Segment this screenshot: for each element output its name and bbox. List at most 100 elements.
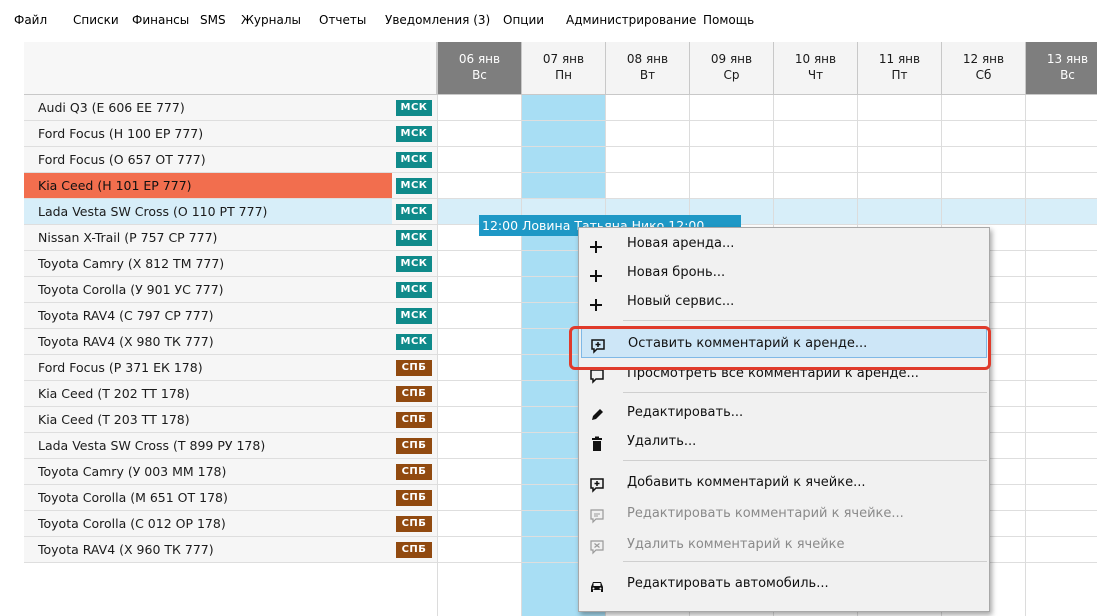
city-badge: СПБ	[396, 516, 432, 532]
day-weekday: Вт	[639, 68, 656, 82]
menu-separator	[623, 392, 987, 393]
car-icon	[589, 576, 605, 606]
city-badge: СПБ	[396, 490, 432, 506]
vehicle-name[interactable]: Nissan X-Trail (Р 757 СР 777)	[24, 225, 392, 251]
city-cell: СПБ	[392, 537, 437, 563]
context-menu-label: Новая бронь...	[627, 265, 726, 280]
vehicle-name[interactable]: Toyota RAV4 (Х 960 ТК 777)	[24, 537, 392, 563]
current-row-marker: ▶	[24, 199, 26, 225]
schedule-row[interactable]	[437, 173, 1097, 199]
context-menu-label: Редактировать комментарий к ячейке...	[627, 506, 904, 521]
context-menu-label: Добавить комментарий к ячейке...	[627, 475, 866, 490]
menu-notifications[interactable]: Уведомления (3)	[385, 13, 490, 27]
vehicle-name[interactable]: Toyota RAV4 (Х 980 ТК 777)	[24, 329, 392, 355]
schedule-row[interactable]	[437, 95, 1097, 121]
city-cell: СПБ	[392, 485, 437, 511]
day-weekday: Пт	[891, 68, 908, 82]
vehicle-name[interactable]: Ford Focus (Н 100 ЕР 777)	[24, 121, 392, 147]
menu-lists[interactable]: Списки	[73, 13, 119, 27]
city-badge: СПБ	[396, 412, 432, 428]
day-date: 13 янв	[1046, 52, 1089, 66]
city-cell: МСК	[392, 95, 437, 121]
city-badge: МСК	[396, 334, 432, 350]
day-header[interactable]: 12 янв Сб	[941, 42, 1025, 95]
context-menu-item: Удалить комментарий к ячейке	[581, 530, 987, 560]
menu-separator	[623, 460, 987, 461]
schedule-row[interactable]	[437, 121, 1097, 147]
vehicle-name[interactable]: Toyota Camry (У 003 ММ 178)	[24, 459, 392, 485]
menu-finance[interactable]: Финансы	[132, 13, 189, 27]
menu-logs[interactable]: Журналы	[241, 13, 301, 27]
menu-separator	[623, 561, 987, 562]
vehicle-name[interactable]: Ford Focus (Р 371 ЕК 178)	[24, 355, 392, 381]
vehicle-name[interactable]: Toyota Corolla (У 901 УС 777)	[24, 277, 392, 303]
menu-help[interactable]: Помощь	[703, 13, 754, 27]
day-weekday: Чт	[807, 68, 824, 82]
context-menu-item[interactable]: Новая бронь...	[581, 258, 987, 288]
city-badge: МСК	[396, 308, 432, 324]
context-menu-item[interactable]: Редактировать...	[581, 398, 987, 428]
context-menu-label: Новый сервис...	[627, 294, 735, 309]
trash-icon	[589, 434, 605, 464]
context-menu-item[interactable]: Новый сервис...	[581, 287, 987, 317]
day-header[interactable]: 13 янв Вс	[1025, 42, 1097, 95]
vehicle-name[interactable]: Toyota Corolla (М 651 ОТ 178)	[24, 485, 392, 511]
day-header[interactable]: 09 янв Ср	[689, 42, 773, 95]
vehicle-name[interactable]: Kia Ceed (Н 101 ЕР 777)	[24, 173, 392, 199]
context-menu-label: Удалить комментарий к ячейке	[627, 537, 845, 552]
city-cell: МСК	[392, 173, 437, 199]
city-badge: СПБ	[396, 360, 432, 376]
day-header[interactable]: 10 янв Чт	[773, 42, 857, 95]
city-badge: СПБ	[396, 438, 432, 454]
vehicle-name[interactable]: Toyota Camry (Х 812 ТМ 777)	[24, 251, 392, 277]
day-header[interactable]: 07 янв Пн	[521, 42, 605, 95]
city-cell: МСК	[392, 329, 437, 355]
city-badge: МСК	[396, 204, 432, 220]
context-menu-item[interactable]: Добавить комментарий к ячейке...	[581, 468, 987, 498]
context-menu-item[interactable]: Удалить...	[581, 427, 987, 457]
day-header[interactable]: 11 янв Пт	[857, 42, 941, 95]
city-badge: МСК	[396, 256, 432, 272]
vehicle-name[interactable]: Lada Vesta SW Cross (Т 899 РУ 178)	[24, 433, 392, 459]
context-menu-label: Новая аренда...	[627, 236, 735, 251]
vehicle-name[interactable]: Toyota Corolla (С 012 ОР 178)	[24, 511, 392, 537]
grid-line	[1025, 95, 1026, 616]
city-badge: МСК	[396, 178, 432, 194]
vehicle-name[interactable]: Lada Vesta SW Cross (О 110 РТ 777)	[24, 199, 392, 225]
city-badge: СПБ	[396, 464, 432, 480]
city-badge: МСК	[396, 152, 432, 168]
vehicle-name[interactable]: Kia Ceed (Т 202 ТТ 178)	[24, 381, 392, 407]
city-cell: СПБ	[392, 459, 437, 485]
day-header[interactable]: 08 янв Вт	[605, 42, 689, 95]
city-cell: МСК	[392, 303, 437, 329]
day-header[interactable]: 06 янв Вс	[437, 42, 521, 95]
city-cell: СПБ	[392, 355, 437, 381]
day-weekday: Пн	[555, 68, 572, 82]
context-menu-label: Редактировать...	[627, 405, 744, 420]
vehicle-name[interactable]: Kia Ceed (Т 203 ТТ 178)	[24, 407, 392, 433]
city-cell: СПБ	[392, 407, 437, 433]
vehicle-name[interactable]: Audi Q3 (Е 606 ЕЕ 777)	[24, 95, 392, 121]
vehicle-name[interactable]: Ford Focus (О 657 ОТ 777)	[24, 147, 392, 173]
context-menu-item[interactable]: Новая аренда...	[581, 229, 987, 259]
city-badge: МСК	[396, 282, 432, 298]
vehicle-name[interactable]: Toyota RAV4 (С 797 СР 777)	[24, 303, 392, 329]
grid-corner	[24, 42, 437, 95]
schedule-row[interactable]	[437, 147, 1097, 173]
city-cell: МСК	[392, 147, 437, 173]
menu-reports[interactable]: Отчеты	[319, 13, 366, 27]
highlight-frame	[569, 326, 991, 370]
city-badge: МСК	[396, 100, 432, 116]
menu-sms[interactable]: SMS	[200, 13, 226, 27]
context-menu: Новая аренда... Новая бронь... Новый серви…	[578, 227, 990, 612]
grid-line	[437, 95, 438, 616]
city-cell: МСК	[392, 277, 437, 303]
menu-administration[interactable]: Администрирование	[566, 13, 696, 27]
menu-options[interactable]: Опции	[503, 13, 544, 27]
city-badge: МСК	[396, 126, 432, 142]
day-date: 07 янв	[542, 52, 585, 66]
city-badge: СПБ	[396, 542, 432, 558]
comment-icon	[589, 366, 605, 396]
menu-file[interactable]: Файл	[14, 13, 47, 27]
context-menu-item[interactable]: Редактировать автомобиль...	[581, 569, 987, 599]
